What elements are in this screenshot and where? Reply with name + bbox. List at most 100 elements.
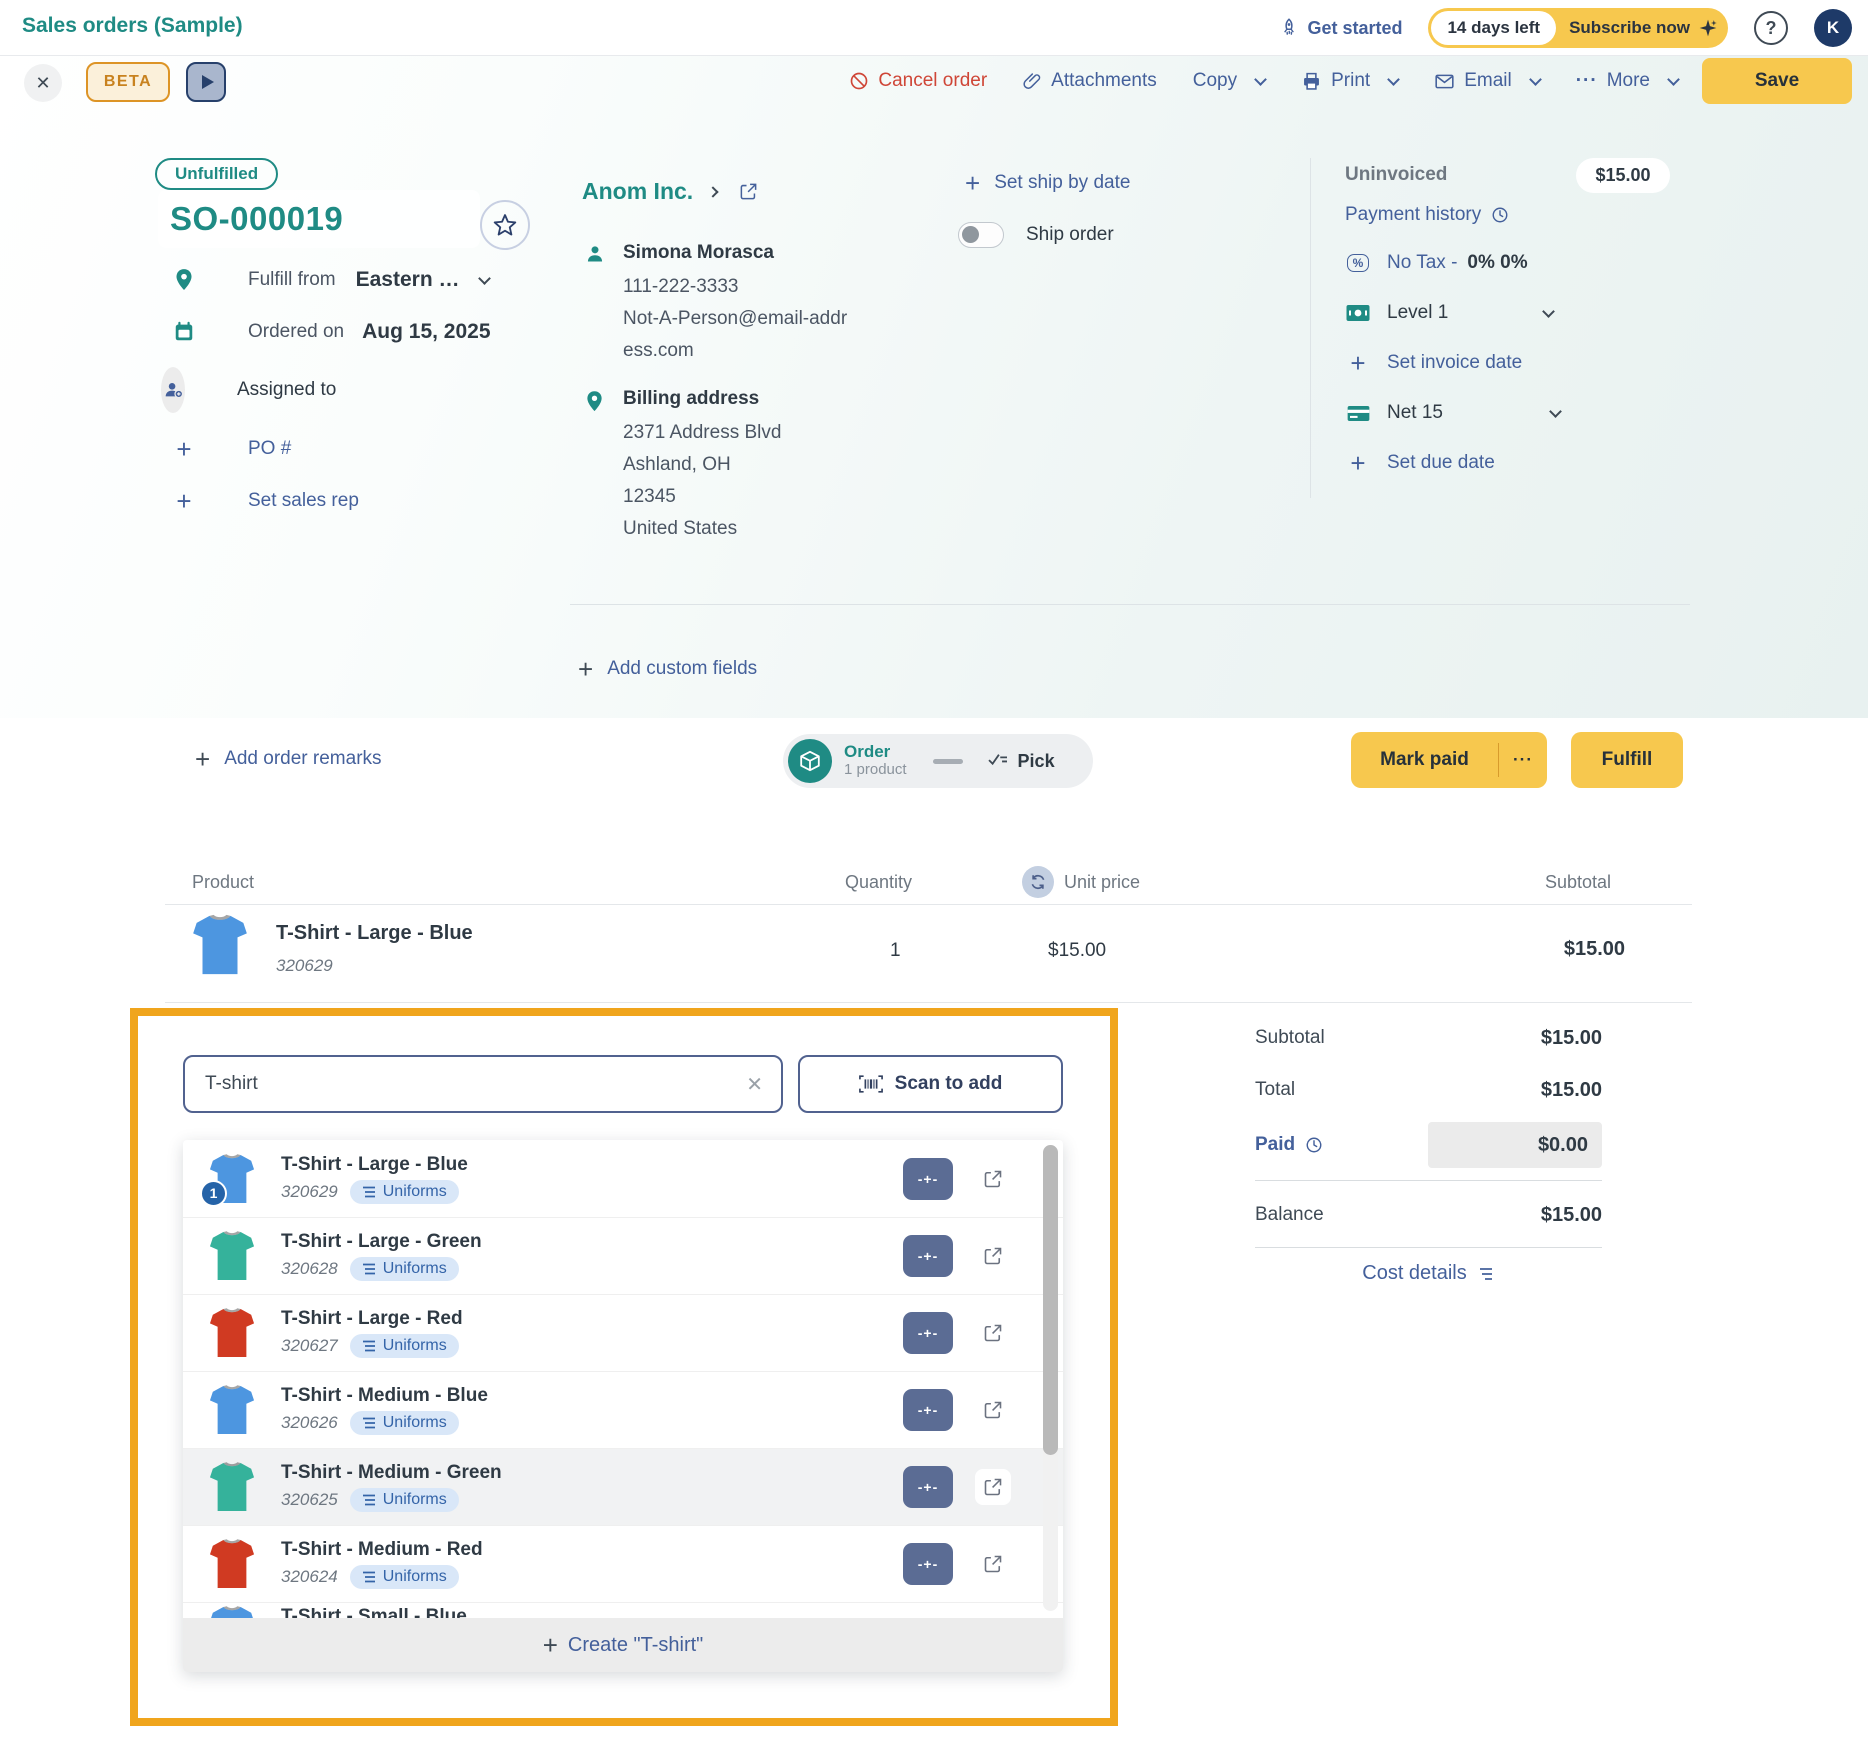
- product-image-tshirt: [209, 1462, 255, 1512]
- pricing-level-dropdown[interactable]: Level 1: [1345, 302, 1553, 324]
- stage-order-count: 1 product: [844, 762, 907, 779]
- uninvoiced-row: Uninvoiced: [1345, 164, 1447, 186]
- scrollbar-thumb[interactable]: [1043, 1145, 1058, 1455]
- fulfill-from-row[interactable]: Fulfill from Eastern …: [172, 268, 489, 292]
- column-header-subtotal: Subtotal: [1545, 872, 1611, 893]
- favorite-star-button[interactable]: [480, 200, 530, 250]
- stage-pick[interactable]: Pick: [987, 751, 1055, 772]
- fulfill-button[interactable]: Fulfill: [1571, 732, 1683, 788]
- mark-paid-more-button[interactable]: ···: [1499, 750, 1547, 770]
- sparkle-icon: [1698, 18, 1718, 38]
- adjust-quantity-button[interactable]: -+-: [903, 1158, 953, 1200]
- open-product-icon[interactable]: [975, 1546, 1011, 1582]
- totals-divider: [1255, 1180, 1602, 1181]
- print-menu-button[interactable]: Print: [1301, 70, 1398, 92]
- picker-row[interactable]: T-Shirt - Medium - Red 320624 Uniforms -…: [183, 1525, 1063, 1602]
- scan-to-add-button[interactable]: Scan to add: [798, 1055, 1063, 1113]
- avatar-initial: K: [1827, 18, 1839, 38]
- open-product-icon[interactable]: [975, 1238, 1011, 1274]
- set-due-date-button[interactable]: + Set due date: [1345, 452, 1495, 474]
- trial-subscribe-pill[interactable]: 14 days left Subscribe now: [1428, 8, 1728, 48]
- paperclip-icon: [1023, 72, 1042, 91]
- payment-history-link[interactable]: Payment history: [1345, 204, 1509, 226]
- billing-line: Ashland, OH: [623, 449, 781, 481]
- line-item-sku: 320629: [276, 956, 333, 976]
- picker-row[interactable]: T-Shirt - Large - Red 320627 Uniforms -+…: [183, 1294, 1063, 1371]
- person-icon: [585, 242, 611, 367]
- calendar-icon: [172, 321, 196, 343]
- adjust-quantity-button[interactable]: -+-: [903, 1389, 953, 1431]
- email-menu-button[interactable]: Email: [1434, 70, 1540, 92]
- add-order-remarks-button[interactable]: + Add order remarks: [195, 748, 382, 770]
- open-product-icon[interactable]: [975, 1392, 1011, 1428]
- add-custom-fields-button[interactable]: + Add custom fields: [578, 658, 757, 680]
- picker-row[interactable]: 1 T-Shirt - Large - Blue 320629 Uniforms…: [183, 1140, 1063, 1217]
- category-badge: Uniforms: [350, 1334, 459, 1358]
- more-menu-button[interactable]: ··· More: [1576, 70, 1678, 92]
- product-image-tshirt: [209, 1385, 255, 1435]
- subscribe-now-label: Subscribe now: [1559, 18, 1698, 38]
- line-item-quantity[interactable]: 1: [890, 940, 901, 962]
- set-sales-rep-row[interactable]: + Set sales rep: [172, 490, 359, 512]
- app-bar: Sales orders (Sample) Get started 14 day…: [0, 0, 1868, 56]
- product-search-input[interactable]: [185, 1073, 728, 1095]
- picker-row[interactable]: T-Shirt - Large - Green 320628 Uniforms …: [183, 1217, 1063, 1294]
- clear-search-icon[interactable]: ✕: [728, 1072, 781, 1097]
- set-invoice-date-button[interactable]: + Set invoice date: [1345, 352, 1522, 374]
- mark-paid-button[interactable]: Mark paid ···: [1351, 732, 1547, 788]
- set-ship-by-date-button[interactable]: + Set ship by date: [965, 172, 1130, 194]
- stage-order-label: Order: [844, 743, 907, 762]
- picker-row-hovered[interactable]: T-Shirt - Medium - Green 320625 Uniforms…: [183, 1448, 1063, 1525]
- order-number[interactable]: SO-000019: [170, 200, 343, 238]
- plus-icon: +: [1345, 353, 1371, 373]
- copy-menu-button[interactable]: Copy: [1193, 70, 1265, 92]
- paid-amount-field[interactable]: $0.00: [1428, 1122, 1602, 1168]
- refresh-prices-icon[interactable]: [1022, 866, 1054, 898]
- ship-order-toggle[interactable]: [958, 222, 1004, 248]
- adjust-quantity-button[interactable]: -+-: [903, 1312, 953, 1354]
- create-product-button[interactable]: + Create "T-shirt": [183, 1618, 1063, 1672]
- external-link-icon[interactable]: [739, 182, 758, 201]
- payment-terms-dropdown[interactable]: Net 15: [1345, 402, 1560, 424]
- beta-badge: BETA: [86, 62, 170, 102]
- adjust-quantity-button[interactable]: -+-: [903, 1466, 953, 1508]
- line-item-unit-price[interactable]: $15.00: [1048, 940, 1106, 962]
- help-button[interactable]: ?: [1754, 11, 1788, 45]
- close-order-button[interactable]: ✕: [24, 64, 62, 102]
- adjust-quantity-button[interactable]: -+-: [903, 1235, 953, 1277]
- user-avatar[interactable]: K: [1814, 9, 1852, 47]
- order-stage-pill[interactable]: Order 1 product Pick: [783, 734, 1093, 788]
- line-item-name: T-Shirt - Large - Blue: [276, 922, 473, 945]
- scrollbar-track[interactable]: [1043, 1145, 1058, 1611]
- category-badge: Uniforms: [350, 1488, 459, 1512]
- tour-play-button[interactable]: [186, 62, 226, 102]
- tax-rates: 0% 0%: [1467, 252, 1527, 274]
- cancel-order-button[interactable]: Cancel order: [849, 70, 987, 92]
- get-started-link[interactable]: Get started: [1279, 18, 1402, 39]
- attachments-button[interactable]: Attachments: [1023, 70, 1157, 92]
- adjust-quantity-button[interactable]: -+-: [903, 1543, 953, 1585]
- picker-item-sku: 320625: [281, 1490, 338, 1510]
- get-started-label: Get started: [1307, 18, 1402, 39]
- tax-scheme-row[interactable]: % No Tax - 0% 0%: [1345, 252, 1528, 274]
- paid-link[interactable]: Paid: [1255, 1134, 1323, 1156]
- clock-icon: [1305, 1136, 1323, 1154]
- product-search-box: ✕: [183, 1055, 783, 1113]
- product-image-tshirt: [209, 1308, 255, 1358]
- order-cube-icon: [788, 739, 832, 783]
- open-product-icon[interactable]: [975, 1161, 1011, 1197]
- po-number-row[interactable]: + PO #: [172, 438, 291, 460]
- open-product-icon[interactable]: [975, 1315, 1011, 1351]
- ordered-on-row[interactable]: Ordered on Aug 15, 2025: [172, 320, 491, 344]
- column-header-product: Product: [192, 872, 254, 893]
- assigned-to-row[interactable]: Assigned to: [172, 378, 336, 402]
- open-product-icon[interactable]: [975, 1469, 1011, 1505]
- picker-row-clipped[interactable]: T-Shirt - Small - Blue: [183, 1602, 1063, 1618]
- save-button[interactable]: Save: [1702, 58, 1852, 104]
- customer-link[interactable]: Anom Inc.: [582, 178, 758, 205]
- percent-icon: %: [1345, 254, 1371, 272]
- cost-details-link[interactable]: Cost details: [1255, 1262, 1602, 1285]
- picker-row[interactable]: T-Shirt - Medium - Blue 320626 Uniforms …: [183, 1371, 1063, 1448]
- chevron-down-icon: [478, 272, 491, 285]
- billing-line: United States: [623, 513, 781, 545]
